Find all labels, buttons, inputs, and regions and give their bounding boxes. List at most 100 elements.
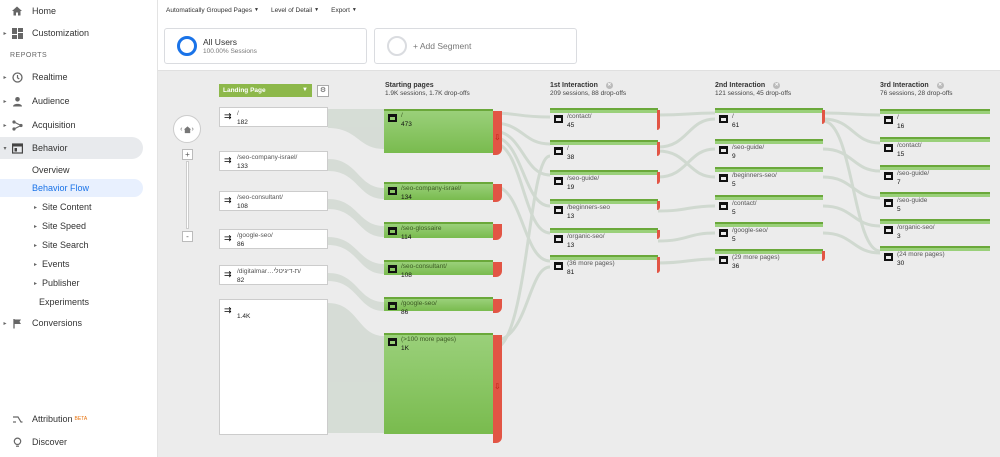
flow-link	[822, 204, 881, 228]
landing-node[interactable]: ⇉ /seo-consultant/ 108	[219, 191, 328, 211]
sidebar-item-customization[interactable]: ▸ Customization	[0, 22, 158, 44]
landing-node[interactable]: ⇉ /seo-company-israel/ 133	[219, 151, 328, 171]
interaction-node[interactable]: /seo-guide/ 7	[880, 165, 990, 193]
flow-band	[328, 237, 384, 274]
zoom-slider[interactable]	[186, 161, 189, 229]
node-label: /	[567, 145, 569, 152]
segment-ring-icon	[177, 36, 197, 56]
node-label: /seo-guide/	[897, 170, 930, 177]
sidebar-item-conversions[interactable]: ▸ Conversions	[0, 312, 158, 334]
landing-node[interactable]: ⇉ /digitalmar…ת-דיגיטלי/ 82	[219, 265, 328, 285]
interaction-node[interactable]: / 16	[880, 109, 990, 137]
landing-node[interactable]: ⇉ /google-seo/ 86	[219, 229, 328, 249]
zoom-out-button[interactable]: -	[182, 231, 193, 242]
sidebar-sub-behavior-flow[interactable]: Behavior Flow	[0, 179, 143, 197]
segment-subtitle: 100.00% Sessions	[203, 48, 257, 55]
sidebar-sub-publisher[interactable]: ▸ Publisher	[0, 274, 143, 292]
sidebar-item-discover[interactable]: Discover	[0, 431, 158, 453]
page-icon	[388, 227, 397, 235]
acquisition-icon	[10, 118, 24, 132]
segment-all-users[interactable]: All Users 100.00% Sessions	[164, 28, 367, 64]
node-label: /	[897, 114, 899, 121]
page-icon	[719, 174, 728, 182]
interaction-node[interactable]: (36 more pages) 81	[550, 255, 660, 283]
sidebar-item-attribution[interactable]: Attribution BETA	[0, 408, 158, 430]
interaction-node[interactable]: /organic-seo/ 13	[550, 228, 660, 256]
page-icon	[719, 115, 728, 123]
interaction-node[interactable]: /seo-guide/ 19	[550, 170, 660, 198]
node-count: 3	[897, 233, 901, 240]
interaction-node[interactable]: /seo-guide/ 9	[715, 139, 823, 167]
interaction-node[interactable]: /contact/ 5	[715, 195, 823, 223]
sidebar-item-home[interactable]: Home	[0, 0, 158, 22]
grouped-pages-menu[interactable]: Automatically Grouped Pages ▼	[166, 7, 259, 14]
sidebar-sub-label: Behavior Flow	[32, 183, 90, 193]
sidebar-item-label: Home	[32, 6, 57, 16]
sidebar-sub-label: Publisher	[42, 278, 80, 288]
node-count: 108	[401, 272, 412, 279]
entrance-arrow-icon: ⇉	[224, 155, 232, 165]
column-header-3rd-interaction: 3rd Interaction ✕ 76 sessions, 28 drop-of…	[880, 82, 953, 97]
entrance-arrow-icon: ⇉	[224, 111, 232, 121]
flow-link	[822, 147, 881, 173]
sidebar-sub-label: Overview	[32, 165, 70, 175]
sidebar-item-realtime[interactable]: ▸ Realtime	[0, 66, 158, 88]
flow-home-control[interactable]: ‹ ›	[173, 115, 201, 143]
interaction-node[interactable]: (29 more pages) 36	[715, 249, 825, 277]
page-icon	[719, 146, 728, 154]
sidebar-item-behavior[interactable]: ▾ Behavior	[0, 137, 143, 159]
page-icon	[388, 265, 397, 273]
node-count: 61	[732, 122, 740, 129]
starting-page-node[interactable]: /google-seo/ 86	[384, 297, 502, 316]
sidebar-sub-site-content[interactable]: ▸ Site Content	[0, 198, 143, 216]
starting-page-node[interactable]: ⇩ (>100 more pages) 1K	[384, 333, 502, 443]
starting-page-node[interactable]: /seo-glossaire 114	[384, 222, 502, 241]
starting-page-node[interactable]: /seo-company-israel/ 134	[384, 182, 502, 202]
dropoff-bar	[657, 110, 660, 130]
sidebar-sub-site-search[interactable]: ▸ Site Search	[0, 236, 143, 254]
node-count: 5	[732, 236, 736, 243]
sidebar-sub-site-speed[interactable]: ▸ Site Speed	[0, 217, 143, 235]
interaction-node[interactable]: /organic-seo/ 3	[880, 219, 990, 247]
landing-node[interactable]: ⇉ / 182	[219, 107, 328, 127]
node-count: 7	[897, 179, 901, 186]
landing-page-dimension-select[interactable]: Landing Page ▼	[219, 84, 312, 97]
behavior-flow-canvas[interactable]: ‹ › + - Landing Page ▼ ⚙ Starting pages …	[158, 71, 1000, 457]
sidebar-item-acquisition[interactable]: ▸ Acquisition	[0, 114, 158, 136]
sidebar-item-label: Customization	[32, 28, 90, 38]
interaction-node[interactable]: /contact/ 15	[880, 137, 990, 165]
page-icon	[554, 235, 563, 243]
sidebar-sub-label: Site Content	[42, 202, 92, 212]
zoom-in-button[interactable]: +	[182, 149, 193, 160]
starting-page-node[interactable]: /seo-consultant/ 108	[384, 260, 502, 279]
node-label: /beginners-seo/	[732, 172, 777, 179]
interaction-node[interactable]: /beginners-seo/ 5	[715, 167, 823, 195]
close-icon[interactable]: ✕	[773, 82, 781, 89]
landing-node[interactable]: ⇉ 1.4K	[219, 299, 328, 435]
interaction-node[interactable]: /google-seo/ 5	[715, 222, 823, 250]
sidebar-sub-events[interactable]: ▸ Events	[0, 255, 143, 273]
starting-page-node[interactable]: ⇩ / 473	[384, 109, 502, 155]
column-stats: 76 sessions, 28 drop-offs	[880, 90, 953, 97]
node-label: /contact/	[732, 200, 757, 207]
interaction-node[interactable]: / 38	[550, 140, 660, 168]
interaction-node[interactable]: / 61	[715, 108, 825, 136]
export-menu[interactable]: Export ▼	[331, 7, 357, 14]
interaction-node[interactable]: /beginners-seo 13	[550, 199, 660, 227]
sidebar-sub-experiments[interactable]: Experiments	[0, 293, 143, 311]
page-icon	[554, 115, 563, 123]
sidebar-item-audience[interactable]: ▸ Audience	[0, 90, 158, 112]
level-of-detail-menu[interactable]: Level of Detail ▼	[271, 7, 319, 14]
node-count: 86	[237, 241, 245, 248]
close-icon[interactable]: ✕	[936, 82, 944, 89]
interaction-node[interactable]: /contact/ 45	[550, 108, 660, 136]
sidebar-sub-overview[interactable]: Overview	[0, 161, 143, 179]
interaction-node[interactable]: (24 more pages) 30	[880, 246, 990, 274]
interaction-node[interactable]: /seo-guide 5	[880, 192, 990, 220]
node-label: /seo-consultant/	[401, 263, 447, 270]
gear-icon[interactable]: ⚙	[317, 85, 329, 97]
add-segment-button[interactable]: + Add Segment	[374, 28, 577, 64]
close-icon[interactable]: ✕	[605, 82, 613, 89]
dropoff-bar	[822, 110, 825, 124]
dropoff-bar	[493, 224, 502, 240]
